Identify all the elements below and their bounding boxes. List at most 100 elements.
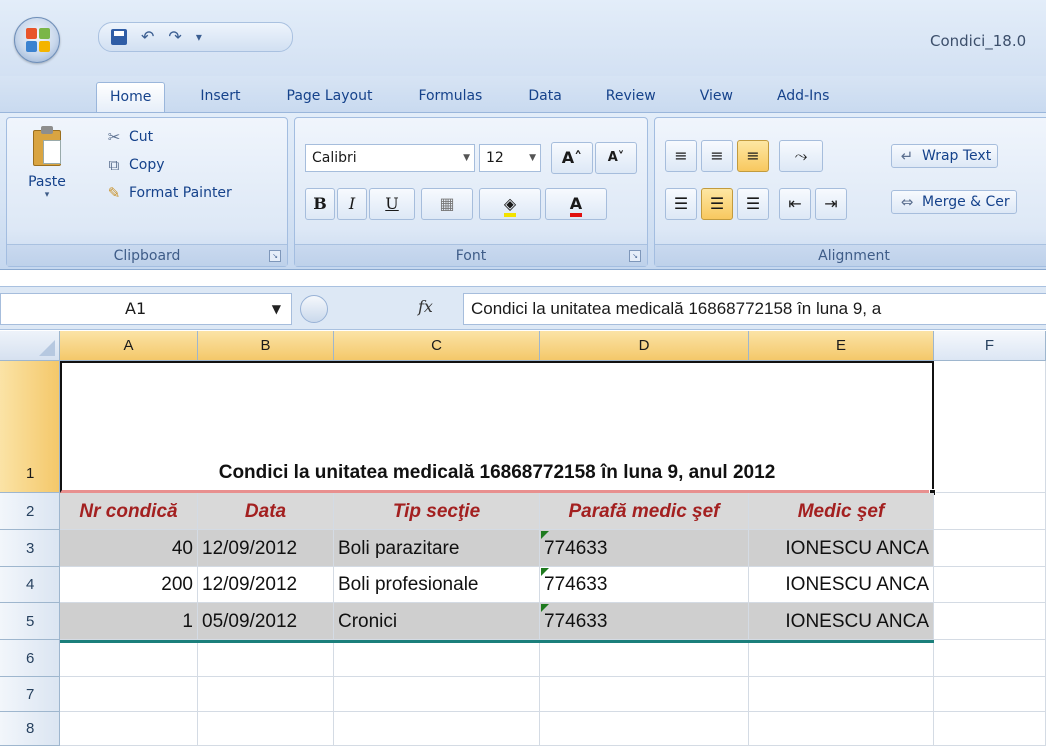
office-button[interactable]: [14, 17, 60, 63]
table-cell[interactable]: 05/09/2012: [198, 603, 334, 640]
expand-circle-icon[interactable]: [300, 295, 328, 323]
header-cell[interactable]: Nr condică: [60, 493, 198, 530]
align-center-button[interactable]: ☰: [701, 188, 733, 220]
empty-cell[interactable]: [198, 643, 334, 677]
tab-page-layout[interactable]: Page Layout: [274, 82, 386, 112]
format-painter-button[interactable]: ✎ Format Painter: [105, 184, 232, 202]
column-header-a[interactable]: A: [60, 331, 198, 361]
table-cell[interactable]: Boli profesionale: [334, 567, 540, 603]
tab-review[interactable]: Review: [593, 82, 669, 112]
align-right-button[interactable]: ☰: [737, 188, 769, 220]
font-color-button[interactable]: A: [545, 188, 607, 220]
italic-button[interactable]: I: [337, 188, 367, 220]
row-header-5[interactable]: 5: [0, 603, 60, 640]
row-header-4[interactable]: 4: [0, 567, 60, 603]
align-top-button[interactable]: ≡: [665, 140, 697, 172]
cell-f3[interactable]: [934, 530, 1046, 567]
empty-cell[interactable]: [749, 712, 934, 746]
row-header-7[interactable]: 7: [0, 677, 60, 712]
empty-cell[interactable]: [540, 677, 749, 712]
header-cell[interactable]: Tip secţie: [334, 493, 540, 530]
empty-cell[interactable]: [749, 677, 934, 712]
name-box[interactable]: A1 ▼: [0, 293, 292, 325]
row-header-2[interactable]: 2: [0, 493, 60, 530]
merge-center-button[interactable]: ⇔ Merge & Cer: [891, 190, 1017, 214]
tab-insert[interactable]: Insert: [187, 82, 253, 112]
customize-qat-icon[interactable]: ▾: [196, 31, 202, 43]
header-cell[interactable]: Medic şef: [749, 493, 934, 530]
table-cell[interactable]: 774633: [540, 603, 749, 640]
tab-home[interactable]: Home: [96, 82, 166, 112]
select-all-button[interactable]: [0, 331, 60, 361]
clipboard-dialog-launcher-icon[interactable]: ↘: [269, 250, 281, 262]
font-size-combo[interactable]: 12 ▼: [479, 144, 541, 172]
table-cell[interactable]: 1: [60, 603, 198, 640]
column-header-c[interactable]: C: [334, 331, 540, 361]
empty-cell[interactable]: [198, 677, 334, 712]
chevron-down-icon[interactable]: ▼: [272, 294, 281, 324]
underline-button[interactable]: U: [369, 188, 415, 220]
table-cell[interactable]: 40: [60, 530, 198, 567]
orientation-button[interactable]: ⤳: [779, 140, 823, 172]
row-header-3[interactable]: 3: [0, 530, 60, 567]
formula-input[interactable]: Condici la unitatea medicală 16868772158…: [463, 293, 1046, 325]
redo-icon[interactable]: ↷: [168, 29, 181, 45]
font-dialog-launcher-icon[interactable]: ↘: [629, 250, 641, 262]
table-cell[interactable]: 200: [60, 567, 198, 603]
row-header-1[interactable]: 1: [0, 361, 60, 493]
increase-indent-button[interactable]: ⇥: [815, 188, 847, 220]
cell-f5[interactable]: [934, 603, 1046, 640]
cell-f4[interactable]: [934, 567, 1046, 603]
save-icon[interactable]: [111, 29, 127, 45]
copy-button[interactable]: ⧉ Copy: [105, 156, 165, 174]
table-cell[interactable]: IONESCU ANCA: [749, 530, 934, 567]
tab-view[interactable]: View: [687, 82, 746, 112]
row-header-8[interactable]: 8: [0, 712, 60, 746]
empty-cell[interactable]: [934, 677, 1046, 712]
table-cell[interactable]: Boli parazitare: [334, 530, 540, 567]
insert-function-button[interactable]: fx: [418, 297, 433, 316]
empty-cell[interactable]: [934, 640, 1046, 677]
table-cell[interactable]: 12/09/2012: [198, 567, 334, 603]
empty-cell[interactable]: [60, 643, 198, 677]
header-cell[interactable]: Parafă medic şef: [540, 493, 749, 530]
fill-color-button[interactable]: ◈: [479, 188, 541, 220]
borders-button[interactable]: ▦: [421, 188, 473, 220]
align-bottom-button[interactable]: ≡: [737, 140, 769, 172]
error-indicator-icon[interactable]: [541, 604, 549, 612]
cut-button[interactable]: ✂ Cut: [105, 128, 153, 146]
empty-cell[interactable]: [334, 677, 540, 712]
empty-cell[interactable]: [334, 712, 540, 746]
shrink-font-button[interactable]: A˅: [595, 142, 637, 174]
empty-cell[interactable]: [540, 712, 749, 746]
row-header-6[interactable]: 6: [0, 640, 60, 677]
align-middle-button[interactable]: ≡: [701, 140, 733, 172]
empty-cell[interactable]: [60, 677, 198, 712]
table-cell[interactable]: 12/09/2012: [198, 530, 334, 567]
column-header-b[interactable]: B: [198, 331, 334, 361]
tab-add-ins[interactable]: Add-Ins: [764, 82, 842, 112]
table-cell[interactable]: 774633: [540, 567, 749, 603]
column-header-d[interactable]: D: [540, 331, 749, 361]
empty-cell[interactable]: [934, 712, 1046, 746]
cell-f2[interactable]: [934, 493, 1046, 530]
empty-cell[interactable]: [540, 643, 749, 677]
table-cell[interactable]: IONESCU ANCA: [749, 567, 934, 603]
error-indicator-icon[interactable]: [541, 531, 549, 539]
empty-cell[interactable]: [60, 712, 198, 746]
undo-icon[interactable]: ↶: [141, 29, 154, 45]
cell-f1[interactable]: [934, 361, 1046, 493]
align-left-button[interactable]: ☰: [665, 188, 697, 220]
empty-cell[interactable]: [334, 643, 540, 677]
error-indicator-icon[interactable]: [541, 568, 549, 576]
empty-cell[interactable]: [198, 712, 334, 746]
header-cell[interactable]: Data: [198, 493, 334, 530]
wrap-text-button[interactable]: ↵ Wrap Text: [891, 144, 999, 168]
tab-data[interactable]: Data: [515, 82, 574, 112]
column-header-f[interactable]: F: [934, 331, 1046, 361]
paste-button[interactable]: Paste ▾: [17, 126, 77, 200]
grow-font-button[interactable]: A˄: [551, 142, 593, 174]
table-cell[interactable]: 774633: [540, 530, 749, 567]
font-name-combo[interactable]: Calibri ▼: [305, 144, 475, 172]
empty-cell[interactable]: [749, 643, 934, 677]
